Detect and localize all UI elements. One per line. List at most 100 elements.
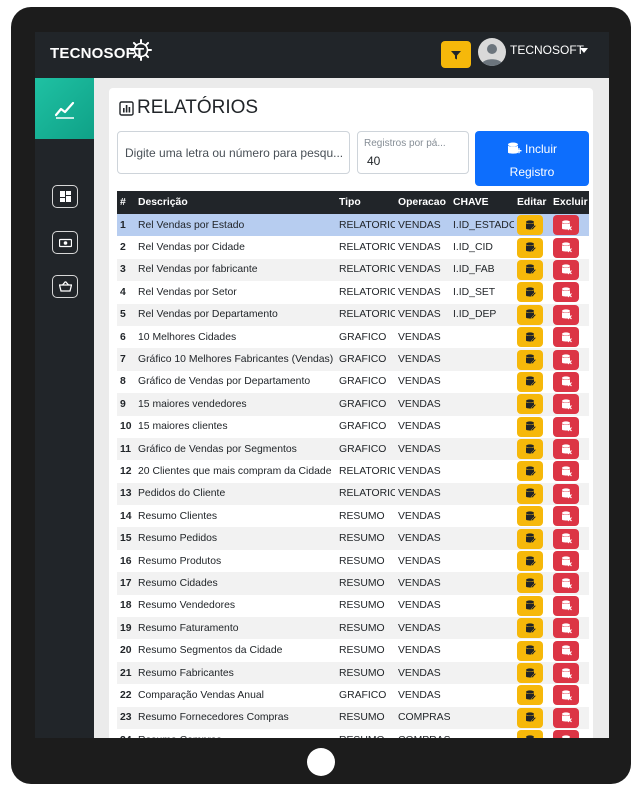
edit-button[interactable] bbox=[517, 663, 543, 683]
row-edit-cell bbox=[514, 572, 550, 594]
delete-button[interactable] bbox=[553, 730, 579, 738]
table-row[interactable]: 14 Resumo Clientes RESUMO VENDAS bbox=[117, 505, 589, 528]
user-menu-label[interactable]: TECNOSOFT bbox=[510, 43, 584, 57]
delete-button[interactable] bbox=[553, 595, 579, 616]
row-tipo: RELATORIO bbox=[339, 219, 395, 231]
edit-button[interactable] bbox=[517, 640, 543, 661]
table-row[interactable]: 3 Rel Vendas por fabricante RELATORIO VENDA… bbox=[117, 258, 589, 282]
edit-button[interactable] bbox=[517, 528, 543, 549]
delete-button[interactable] bbox=[553, 483, 579, 504]
col-header-operacao[interactable]: Operacao bbox=[395, 191, 450, 214]
filter-button[interactable] bbox=[441, 41, 471, 68]
database-delete-icon bbox=[561, 399, 572, 410]
sidebar-item-sales[interactable] bbox=[52, 275, 78, 298]
add-record-button[interactable]: Incluir Registro bbox=[475, 131, 589, 186]
table-row[interactable]: 20 Resumo Segmentos da Cidade RESUMO VENDAS bbox=[117, 639, 589, 662]
edit-button[interactable] bbox=[517, 730, 543, 738]
registros-por-pagina-field[interactable]: Registros por pá... 40 bbox=[357, 131, 469, 174]
table-row[interactable]: 6 10 Melhores Cidades GRAFICO VENDAS bbox=[117, 325, 589, 349]
edit-button[interactable] bbox=[517, 237, 543, 258]
edit-button[interactable] bbox=[517, 215, 543, 236]
sidebar-item-dashboard[interactable] bbox=[52, 185, 78, 208]
edit-button[interactable] bbox=[517, 461, 543, 482]
edit-button[interactable] bbox=[517, 327, 543, 348]
edit-button[interactable] bbox=[517, 371, 543, 392]
database-delete-icon bbox=[561, 488, 572, 499]
table-row[interactable]: 12 20 Clientes que mais compram da Cidade… bbox=[117, 460, 589, 483]
delete-button[interactable] bbox=[553, 327, 579, 348]
edit-button[interactable] bbox=[517, 618, 543, 639]
edit-button[interactable] bbox=[517, 707, 543, 728]
table-row[interactable]: 13 Pedidos do Cliente RELATORIO VENDAS bbox=[117, 482, 589, 506]
delete-button[interactable] bbox=[553, 259, 579, 280]
delete-button[interactable] bbox=[553, 685, 579, 706]
table-row[interactable]: 2 Rel Vendas por Cidade RELATORIO VENDAS I.I… bbox=[117, 236, 589, 259]
sidebar-item-reports[interactable] bbox=[35, 78, 94, 139]
table-row[interactable]: 10 15 maiores clientes GRAFICO VENDAS bbox=[117, 415, 589, 438]
table-row[interactable]: 5 Rel Vendas por Departamento RELATORIO VEN… bbox=[117, 303, 589, 326]
database-delete-icon bbox=[561, 690, 572, 701]
edit-button[interactable] bbox=[517, 506, 543, 527]
edit-button[interactable] bbox=[517, 349, 543, 370]
table-row[interactable]: 15 Resumo Pedidos RESUMO VENDAS bbox=[117, 527, 589, 550]
col-header-tipo[interactable]: Tipo bbox=[336, 191, 395, 214]
delete-button[interactable] bbox=[553, 237, 579, 258]
row-descricao: Resumo Fabricantes bbox=[138, 667, 234, 679]
home-button[interactable] bbox=[307, 748, 335, 776]
delete-button[interactable] bbox=[553, 573, 579, 594]
table-row[interactable]: 17 Resumo Cidades RESUMO VENDAS bbox=[117, 572, 589, 595]
delete-button[interactable] bbox=[553, 506, 579, 527]
table-row[interactable]: 22 Comparação Vendas Anual GRAFICO VENDAS bbox=[117, 684, 589, 707]
delete-button[interactable] bbox=[553, 215, 579, 236]
table-row[interactable]: 1 Rel Vendas por Estado RELATORIO VENDAS I.I… bbox=[117, 214, 589, 237]
edit-button[interactable] bbox=[517, 416, 543, 437]
edit-button[interactable] bbox=[517, 483, 543, 504]
edit-button[interactable] bbox=[517, 259, 543, 280]
table-row[interactable]: 11 Gráfico de Vendas por Segmentos GRAFICO… bbox=[117, 437, 589, 461]
delete-button[interactable] bbox=[553, 663, 579, 683]
edit-button[interactable] bbox=[517, 282, 543, 303]
edit-button[interactable] bbox=[517, 595, 543, 616]
table-row[interactable]: 9 15 maiores vendedores GRAFICO VENDAS bbox=[117, 393, 589, 416]
row-edit-cell bbox=[514, 595, 550, 617]
delete-button[interactable] bbox=[553, 551, 579, 572]
table-row[interactable]: 23 Resumo Fornecedores Compras RESUMO COMPR… bbox=[117, 706, 589, 729]
delete-button[interactable] bbox=[553, 349, 579, 370]
delete-button[interactable] bbox=[553, 618, 579, 639]
delete-button[interactable] bbox=[553, 304, 579, 325]
row-tipo: GRAFICO bbox=[339, 398, 387, 410]
delete-button[interactable] bbox=[553, 416, 579, 437]
search-input[interactable]: Digite uma letra ou número para pesqu... bbox=[117, 131, 350, 174]
table-row[interactable]: 7 Gráfico 10 Melhores Fabricantes (Vendas… bbox=[117, 348, 589, 371]
delete-button[interactable] bbox=[553, 461, 579, 482]
table-row[interactable]: 8 Gráfico de Vendas por Departamento GRAFI… bbox=[117, 370, 589, 394]
col-header-chave[interactable]: CHAVE bbox=[450, 191, 514, 214]
edit-button[interactable] bbox=[517, 394, 543, 415]
sidebar-item-finance[interactable] bbox=[52, 231, 78, 254]
table-row[interactable]: 21 Resumo Fabricantes RESUMO VENDAS bbox=[117, 661, 589, 685]
table-row[interactable]: 24Resumo ComprasRESUMOCOMPRAS bbox=[117, 728, 589, 738]
delete-button[interactable] bbox=[553, 439, 579, 460]
delete-button[interactable] bbox=[553, 528, 579, 549]
user-avatar[interactable] bbox=[478, 38, 506, 66]
delete-button[interactable] bbox=[553, 394, 579, 415]
delete-button[interactable] bbox=[553, 707, 579, 728]
dashboard-icon bbox=[59, 191, 71, 202]
table-row[interactable]: 19 Resumo Faturamento RESUMO VENDAS bbox=[117, 617, 589, 640]
delete-button[interactable] bbox=[553, 282, 579, 303]
edit-button[interactable] bbox=[517, 551, 543, 572]
edit-button[interactable] bbox=[517, 439, 543, 460]
chevron-down-icon[interactable] bbox=[580, 48, 588, 53]
row-chave bbox=[450, 348, 514, 370]
table-row[interactable]: 18 Resumo Vendedores RESUMO VENDAS bbox=[117, 594, 589, 618]
delete-button[interactable] bbox=[553, 371, 579, 392]
table-row[interactable]: 4 Rel Vendas por Setor RELATORIO VENDAS I.ID… bbox=[117, 281, 589, 304]
edit-button[interactable] bbox=[517, 685, 543, 706]
edit-button[interactable] bbox=[517, 573, 543, 594]
table-row[interactable]: 16 Resumo Produtos RESUMO VENDAS bbox=[117, 549, 589, 573]
delete-button[interactable] bbox=[553, 640, 579, 661]
col-header-descricao[interactable]: Descrição bbox=[135, 191, 336, 214]
reports-table: # Descrição Tipo Operacao CHAVE Editar E… bbox=[117, 191, 589, 738]
row-chave bbox=[450, 707, 514, 729]
edit-button[interactable] bbox=[517, 304, 543, 325]
